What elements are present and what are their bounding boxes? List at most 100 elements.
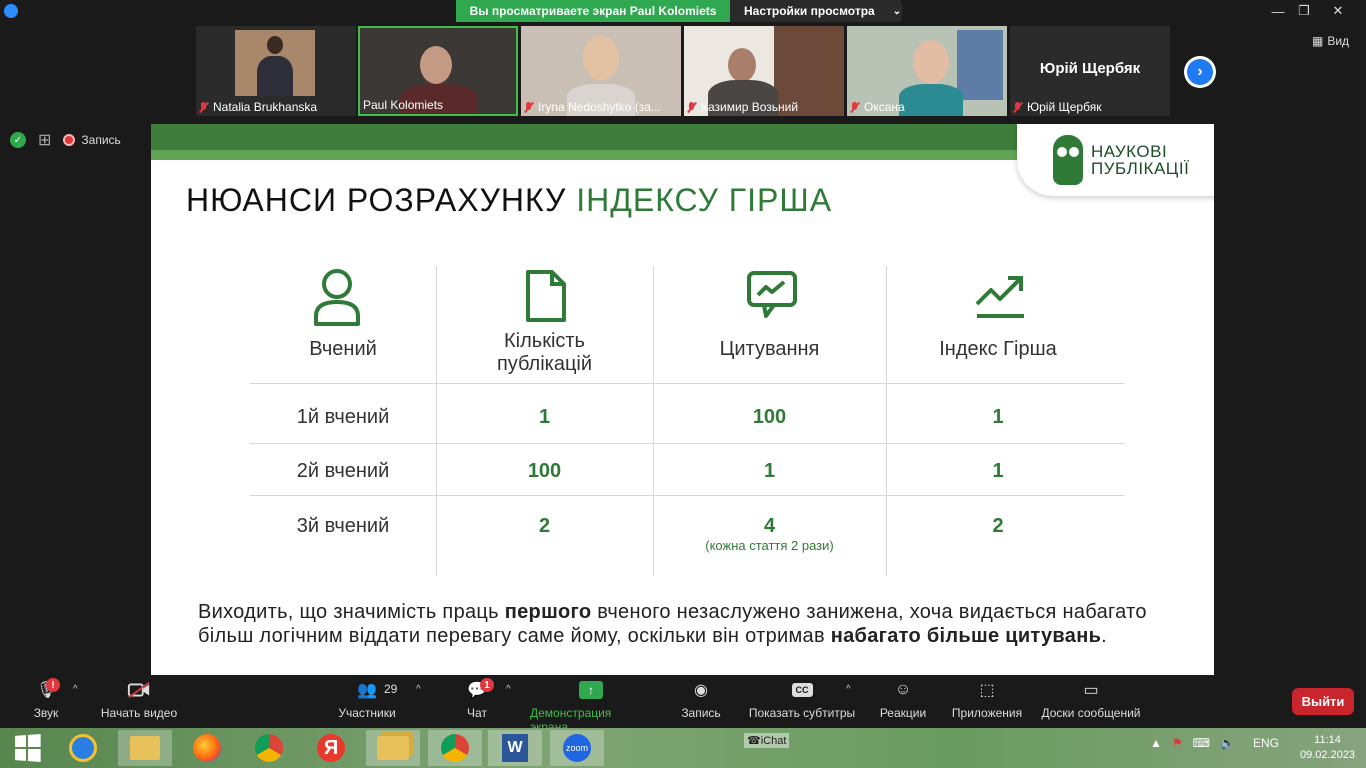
table-cell-citations: 4	[763, 515, 776, 537]
slide-title: НЮАНСИ РОЗРАХУНКУ ІНДЕКСУ ГІРША	[186, 182, 833, 218]
participant-tile-active-speaker[interactable]: Paul Kolomiets	[358, 26, 518, 116]
participants-button[interactable]: 👥 29 Участники	[336, 680, 398, 720]
table-divider	[250, 443, 1125, 444]
muted-mic-icon	[687, 101, 697, 113]
audio-button[interactable]: 🎙 ! Звук	[30, 678, 62, 720]
record-label: Запись	[681, 706, 721, 720]
recording-label: Запись	[81, 133, 121, 147]
muted-mic-icon	[524, 101, 534, 113]
h-index-comparison-table: Вчений Кількість публікацій Цитування Ін…	[250, 266, 1125, 576]
start-video-label: Начать видео	[100, 706, 178, 720]
participant-tile[interactable]: Юрій Щербяк Юрій Щербяк	[1010, 26, 1170, 116]
table-cell-h-index: 2	[992, 515, 1004, 537]
taskbar-folders[interactable]	[366, 730, 420, 766]
taskbar-firefox[interactable]	[180, 730, 234, 766]
taskbar-zoom[interactable]: zoom	[550, 730, 604, 766]
taskbar-chrome-profile[interactable]	[428, 730, 482, 766]
table-cell-citations: 100	[752, 406, 787, 428]
table-cell-publications: 1	[538, 406, 551, 428]
taskbar-yandex-browser[interactable]: Я	[304, 730, 358, 766]
network-icon[interactable]: ⚑	[1172, 736, 1183, 750]
apps-icon: ⬚	[979, 682, 995, 699]
record-button[interactable]: ◉ Запись	[680, 680, 722, 720]
start-video-button[interactable]: Начать видео	[100, 680, 178, 720]
participants-label: Участники	[338, 706, 396, 720]
reactions-button[interactable]: ☺ Реакции	[878, 680, 928, 720]
share-screen-button[interactable]: ↑ Демонстрация экрана	[530, 680, 652, 734]
reactions-label: Реакции	[879, 706, 927, 720]
zoom-icon: zoom	[563, 734, 591, 762]
participant-name: Natalia Brukhanska	[199, 100, 317, 114]
logo-text: НАУКОВІ ПУБЛІКАЦІЇ	[1091, 142, 1190, 178]
participant-name: Юрій Щербяк	[1013, 100, 1101, 114]
closed-captions-icon: CC	[790, 680, 814, 700]
participant-tile[interactable]: Казимир Возьний	[684, 26, 844, 116]
keyboard-icon[interactable]: ⌨	[1193, 736, 1210, 750]
whiteboards-label: Доски сообщений	[1041, 706, 1141, 720]
audio-options-caret[interactable]: ^	[73, 684, 78, 695]
ichat-label[interactable]: ☎iChat	[744, 733, 790, 748]
leave-meeting-button[interactable]: Выйти	[1292, 688, 1354, 715]
table-cell-h-index: 1	[992, 406, 1004, 428]
show-captions-label: Показать субтитры	[748, 706, 856, 720]
show-captions-button[interactable]: CC Показать субтитры	[748, 680, 856, 720]
phone-icon: ☎	[747, 735, 761, 747]
column-header-h-index: Індекс Гірша	[939, 338, 1057, 360]
participant-tile[interactable]: Оксана	[847, 26, 1007, 116]
captions-options-caret[interactable]: ^	[846, 684, 851, 695]
column-header-citations: Цитування	[719, 338, 820, 360]
next-participants-button[interactable]: ›	[1184, 56, 1216, 88]
restore-button[interactable]: ❐	[1292, 0, 1316, 22]
taskbar-internet-explorer[interactable]	[56, 730, 110, 766]
table-cell-publications: 100	[527, 460, 562, 482]
table-cell-scientist: 1й вчений	[296, 406, 390, 428]
table-cell-h-index: 1	[992, 460, 1004, 482]
internet-explorer-icon	[69, 734, 97, 762]
grid-layout-icon[interactable]: ⊞	[38, 130, 51, 150]
taskbar-word[interactable]: W	[488, 730, 542, 766]
minimize-button[interactable]: —	[1266, 0, 1290, 22]
taskbar-file-explorer[interactable]	[118, 730, 172, 766]
folder-icon	[130, 736, 160, 760]
apps-label: Приложения	[951, 706, 1023, 720]
language-indicator[interactable]: ENG	[1253, 736, 1279, 750]
publisher-logo: НАУКОВІ ПУБЛІКАЦІЇ	[1017, 124, 1214, 196]
tray-expand-icon[interactable]: ▲	[1150, 736, 1162, 750]
apps-button[interactable]: ⬚ Приложения	[950, 680, 1024, 720]
participant-video	[235, 30, 315, 96]
recording-indicator[interactable]: Запись	[63, 133, 121, 147]
taskbar-chrome[interactable]	[242, 730, 296, 766]
participants-icon: 👥	[357, 682, 377, 699]
chrome-icon	[255, 734, 283, 762]
firefox-icon	[193, 734, 221, 762]
table-cell-citations: 1	[763, 460, 776, 482]
start-button[interactable]	[0, 730, 54, 766]
participant-tile[interactable]: Iryna Nedoshytko (за...	[521, 26, 681, 116]
person-icon	[314, 269, 360, 326]
chevron-right-icon: ›	[1187, 59, 1213, 85]
close-window-button[interactable]: ✕	[1326, 0, 1350, 22]
chat-label: Чат	[467, 706, 487, 720]
column-header-scientist: Вчений	[309, 338, 377, 360]
participant-large-name: Юрій Щербяк	[1039, 60, 1141, 77]
volume-icon[interactable]: 🔈	[1220, 736, 1235, 750]
view-button[interactable]: ▦ Вид	[1312, 34, 1349, 48]
taskbar-clock[interactable]: 11:14 09.02.2023	[1300, 733, 1355, 763]
security-shield-icon[interactable]: ✓	[10, 132, 26, 148]
chat-options-caret[interactable]: ^	[506, 684, 511, 695]
share-screen-icon: ↑	[579, 680, 603, 700]
participants-options-caret[interactable]: ^	[416, 684, 421, 695]
participant-name: Iryna Nedoshytko (за...	[524, 100, 661, 114]
whiteboards-button[interactable]: ▭ Доски сообщений	[1040, 680, 1142, 720]
whiteboard-icon: ▭	[1083, 682, 1099, 699]
table-divider	[250, 383, 1125, 384]
participant-name: Paul Kolomiets	[363, 98, 444, 112]
chat-button[interactable]: 💬 1 Чат	[462, 678, 494, 720]
column-header-publications: Кількість публікацій	[496, 330, 593, 375]
smiley-plus-icon: ☺	[894, 681, 912, 698]
participant-tile[interactable]: Natalia Brukhanska	[196, 26, 356, 116]
participant-name: Казимир Возьний	[687, 100, 798, 114]
table-cell-publications: 2	[538, 515, 551, 537]
view-settings-dropdown[interactable]: Настройки просмотра ⌄	[730, 0, 902, 22]
yandex-icon: Я	[317, 734, 345, 762]
